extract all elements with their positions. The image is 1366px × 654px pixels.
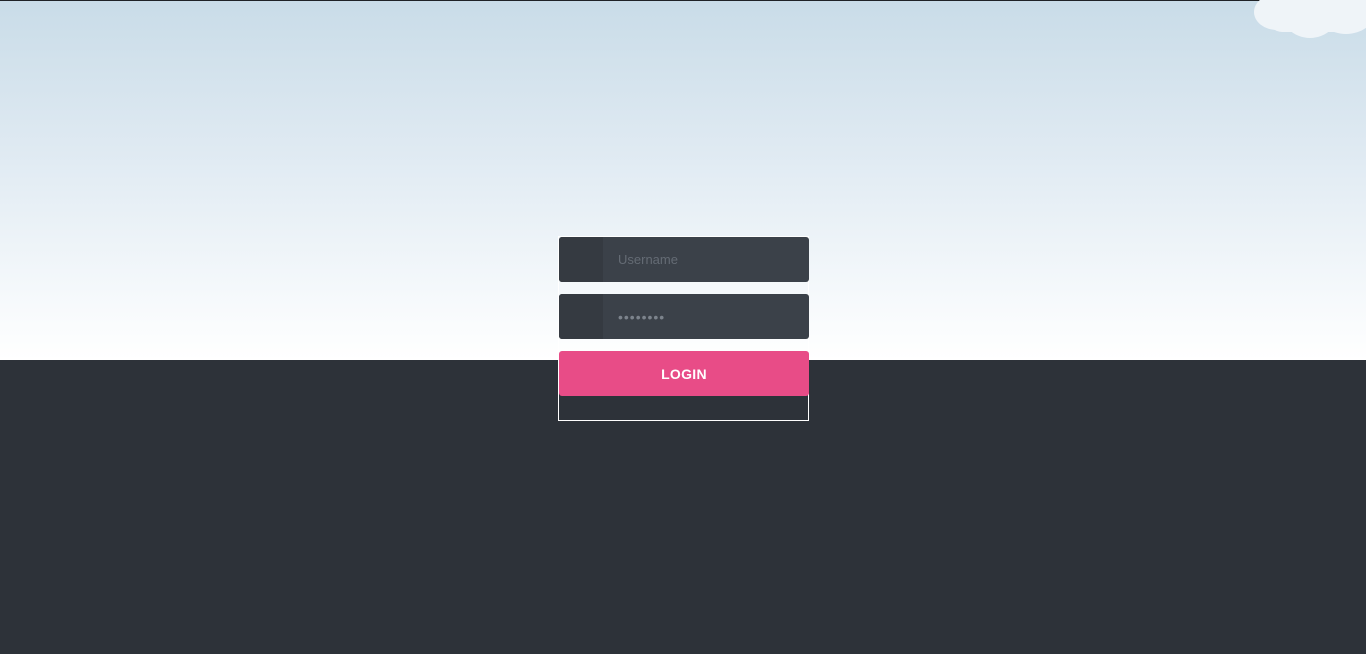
user-icon xyxy=(559,237,603,282)
login-page: LOGIN xyxy=(0,0,1366,654)
username-input[interactable] xyxy=(603,237,809,282)
password-field xyxy=(559,294,809,339)
username-field xyxy=(559,237,809,282)
login-form: LOGIN xyxy=(558,236,809,421)
cloud-icon xyxy=(1250,0,1366,40)
login-button[interactable]: LOGIN xyxy=(559,351,809,396)
password-input[interactable] xyxy=(603,294,809,339)
lock-icon xyxy=(559,294,603,339)
